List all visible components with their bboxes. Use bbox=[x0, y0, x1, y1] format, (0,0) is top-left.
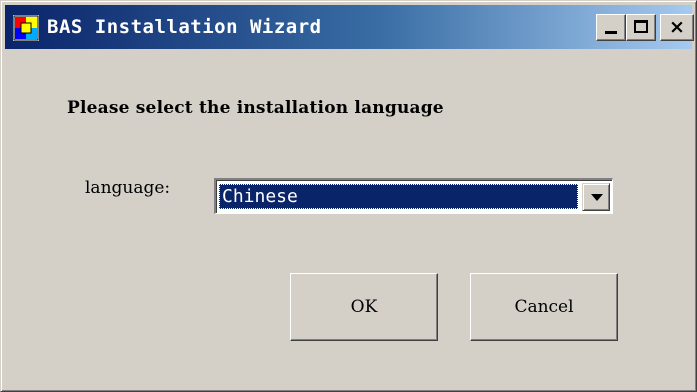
minimize-icon bbox=[605, 31, 617, 34]
maximize-icon bbox=[634, 20, 648, 33]
window-title: BAS Installation Wizard bbox=[47, 16, 322, 38]
language-select[interactable]: Chinese bbox=[214, 178, 613, 214]
language-selected-value[interactable]: Chinese bbox=[219, 184, 578, 209]
installation-wizard-window: BAS Installation Wizard × Please select … bbox=[0, 0, 697, 392]
language-label: language: bbox=[85, 178, 171, 198]
app-window-icon bbox=[13, 15, 39, 41]
instruction-text: Please select the installation language bbox=[67, 98, 444, 118]
title-bar[interactable]: BAS Installation Wizard × bbox=[5, 5, 694, 49]
ok-button[interactable]: OK bbox=[290, 273, 438, 341]
dropdown-arrow-button[interactable] bbox=[582, 183, 610, 211]
chevron-down-icon bbox=[591, 194, 603, 201]
cancel-button[interactable]: Cancel bbox=[470, 273, 618, 341]
maximize-button[interactable] bbox=[626, 14, 656, 41]
close-icon: × bbox=[669, 16, 685, 38]
close-button[interactable]: × bbox=[660, 14, 694, 41]
minimize-button[interactable] bbox=[596, 14, 626, 41]
